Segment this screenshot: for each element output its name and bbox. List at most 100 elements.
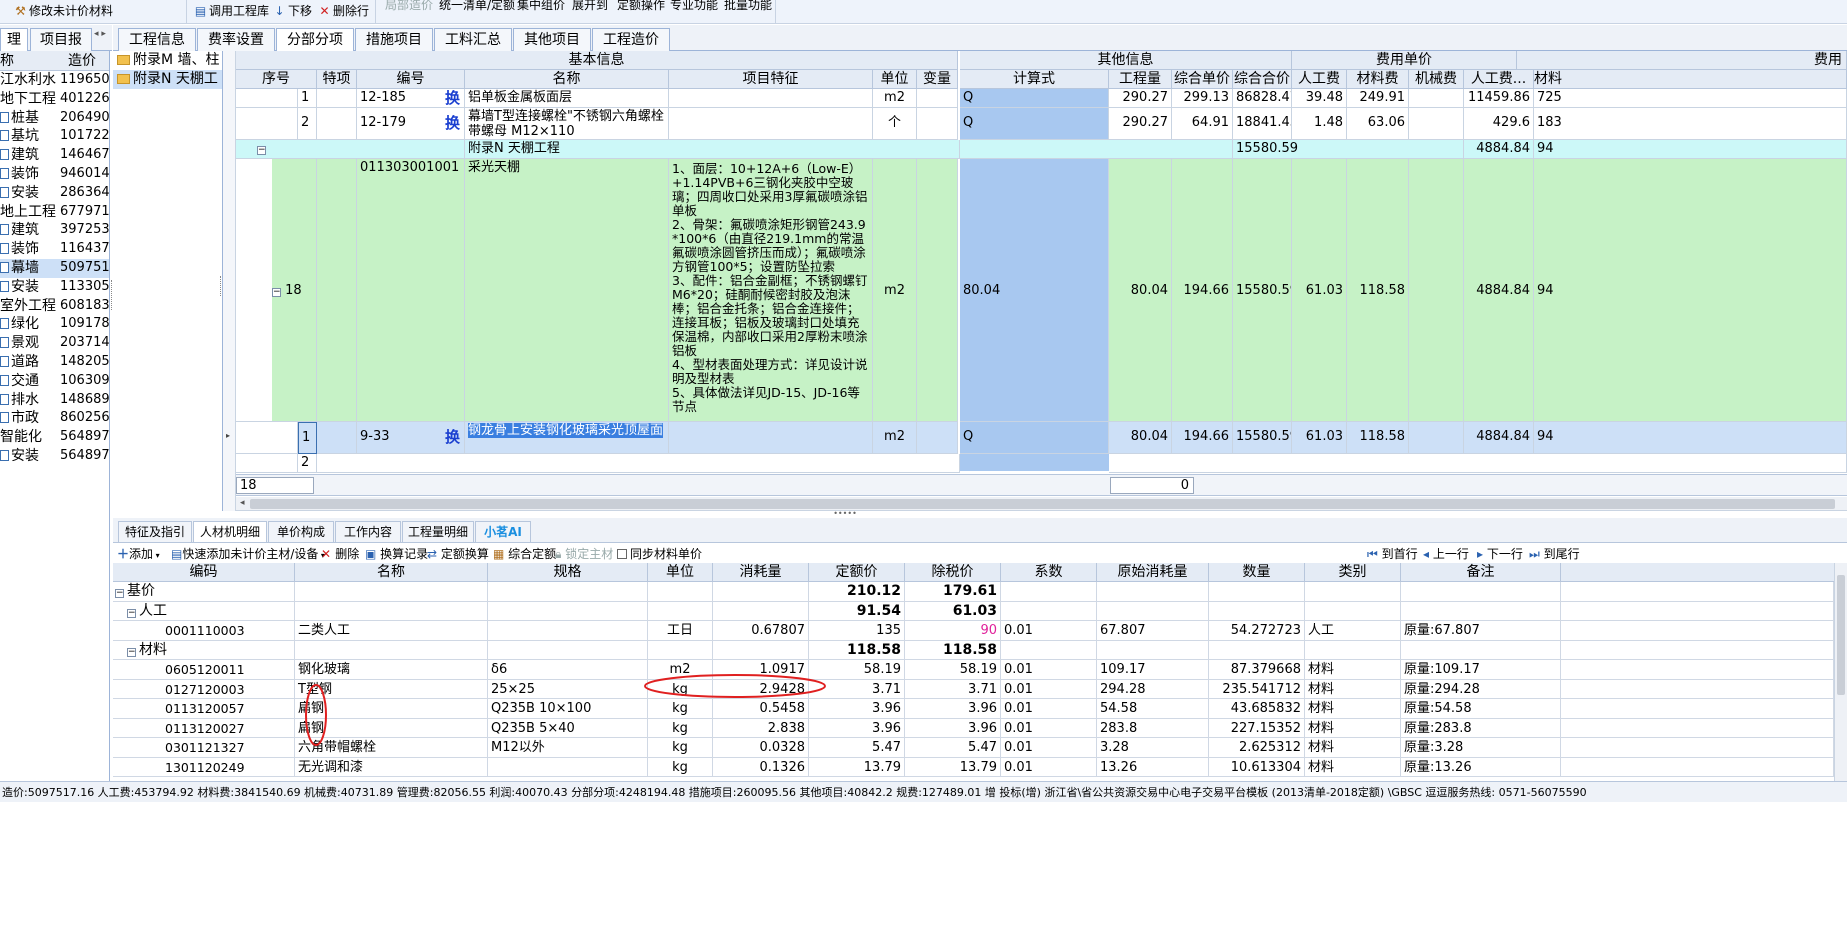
unify-list-button[interactable]: 统一清单/定额 <box>439 0 515 15</box>
horizontal-scrollbar[interactable]: ◂ <box>236 497 1847 511</box>
row-feature[interactable] <box>669 89 873 108</box>
swap-icon[interactable]: 换 <box>445 89 460 107</box>
list-row-feature[interactable]: 1、面层：10+12A+6（Low-E）+1.14PVB+6三钢化夹胶中空玻璃；… <box>669 159 873 422</box>
left-panel-row[interactable]: 安装1133051 <box>0 278 109 297</box>
tree-item[interactable]: 附录M 墙、柱 <box>113 51 222 70</box>
left-panel-row[interactable]: 建筑1464673 <box>0 146 109 165</box>
expand-to-button[interactable]: 展开到 <box>572 0 608 15</box>
row-feature[interactable] <box>669 422 873 454</box>
list-row-name[interactable]: 采光天棚 <box>465 159 669 422</box>
row-name[interactable]: 铝单板金属板面层 <box>465 89 669 108</box>
tab-project-cost[interactable]: 工程造价 <box>592 28 670 51</box>
special-functions-button[interactable]: 专业功能 <box>670 0 718 15</box>
left-panel-row[interactable]: 市政 860256. <box>0 409 109 428</box>
tree-item[interactable]: 附录N 天棚工 <box>113 70 222 89</box>
left-panel-row[interactable]: 交通 106309. <box>0 372 109 391</box>
row-code[interactable]: 12-179 换 <box>357 108 465 140</box>
column-header-formula[interactable]: 计算式 <box>960 70 1109 89</box>
tab-rate-settings[interactable]: 费率设置 <box>197 28 275 51</box>
column-header-variable[interactable]: 变量 <box>917 70 958 89</box>
empty-row[interactable] <box>317 454 960 473</box>
column-header-feature[interactable]: 项目特征 <box>669 70 873 89</box>
tab-other-items[interactable]: 其他项目 <box>513 28 591 51</box>
column-header-labor-total[interactable]: 人工费... <box>1464 70 1534 89</box>
row-feature[interactable] <box>669 108 873 140</box>
collapse-icon[interactable]: − <box>272 288 281 297</box>
row-code[interactable]: 12-185 换 <box>357 89 465 108</box>
left-panel-row[interactable]: 基坑1017220 <box>0 127 109 146</box>
tree-gutter <box>236 454 298 473</box>
left-panel-row[interactable]: 地下工程4012269 <box>0 90 109 109</box>
collapse-icon[interactable]: − <box>257 146 266 155</box>
column-header-qty[interactable]: 工程量 <box>1109 70 1172 89</box>
left-panel-row[interactable]: 装饰 946014. <box>0 165 109 184</box>
left-panel-row[interactable]: 绿化 109178. <box>0 315 109 334</box>
column-header-name[interactable]: 名称 <box>465 70 669 89</box>
splitter-grip[interactable]: ••••• <box>830 510 860 518</box>
scrollbar-thumb[interactable] <box>250 499 1835 509</box>
modify-unpriced-material-button[interactable]: ⚒ 修改未计价材料 <box>14 2 113 21</box>
tab-measures[interactable]: 措施项目 <box>355 28 433 51</box>
move-down-button[interactable]: ↓ 下移 <box>273 2 312 21</box>
row-formula[interactable]: Q <box>960 89 1109 108</box>
document-icon <box>0 149 9 161</box>
column-header-material[interactable]: 材料费 <box>1347 70 1409 89</box>
column-header-code[interactable]: 编号 <box>357 70 465 89</box>
tab-scroll-icon[interactable]: ◂ ▸ <box>94 29 106 39</box>
column-header-seq[interactable]: 序号 <box>236 70 317 89</box>
row-unit-price: 299.13 <box>1172 89 1233 108</box>
row-formula[interactable]: Q <box>960 108 1109 140</box>
batch-functions-button[interactable]: 批量功能 <box>724 0 772 15</box>
left-panel-row[interactable]: 景观2037142 <box>0 334 109 353</box>
row-name[interactable]: 钢龙骨上安装钢化玻璃采光顶屋面 <box>465 422 669 454</box>
column-header-unit[interactable]: 单位 <box>873 70 917 89</box>
left-panel-row[interactable]: 桩基2064907 <box>0 109 109 128</box>
scroll-left-icon[interactable]: ◂ <box>240 498 245 508</box>
left-panel-row[interactable]: 地上工程6779719 <box>0 203 109 222</box>
list-row-total: 15580.59 <box>1233 159 1292 422</box>
tab-sub-items[interactable]: 分部分项 <box>276 28 354 52</box>
row-formula[interactable]: Q <box>960 422 1109 454</box>
centralized-pricing-button[interactable]: 集中组价 <box>517 0 565 15</box>
scrollbar-thumb[interactable] <box>1837 575 1845 695</box>
left-panel-row[interactable]: 安装2863640 <box>0 184 109 203</box>
left-panel-row[interactable]: 室外工程6081834 <box>0 297 109 316</box>
column-header-special[interactable]: 特项 <box>317 70 357 89</box>
tab-material-summary[interactable]: 工料汇总 <box>434 28 512 51</box>
left-panel-row[interactable]: 道路1482053 <box>0 353 109 372</box>
tab-project-info[interactable]: 工程信息 <box>118 28 196 51</box>
partial-price-button[interactable]: 局部造价 <box>385 0 433 15</box>
left-panel-row[interactable]: 江水利水 1196506 <box>0 71 109 90</box>
left-panel-row[interactable]: 装饰1164377 <box>0 240 109 259</box>
call-library-button[interactable]: ▤ 调用工程库 <box>194 2 269 21</box>
column-header-labor[interactable]: 人工费 <box>1292 70 1347 89</box>
column-header-machine[interactable]: 机械费 <box>1409 70 1464 89</box>
swap-icon[interactable]: 换 <box>445 422 460 452</box>
list-row-code[interactable]: 011303001001 <box>357 159 465 422</box>
column-header-total[interactable]: 综合合价 <box>1233 70 1292 89</box>
tab-manage[interactable]: 理 <box>0 28 28 52</box>
list-row-formula[interactable]: 80.04 <box>960 159 1109 422</box>
tab-project-report[interactable]: 项目报 <box>30 28 92 51</box>
empty-row-rest <box>1109 454 1847 473</box>
left-panel-row[interactable]: 建筑3972539 <box>0 221 109 240</box>
document-icon <box>0 261 9 273</box>
splitter-handle[interactable] <box>220 276 223 296</box>
column-header-material-total[interactable]: 材料 <box>1534 70 1847 89</box>
document-icon <box>0 130 9 142</box>
left-panel-row[interactable]: 安装5648970 <box>0 447 109 466</box>
left-panel-row[interactable]: 排水1486893 <box>0 391 109 410</box>
column-header-unit-price[interactable]: 综合单价 <box>1172 70 1233 89</box>
list-row-seq[interactable]: − 18 <box>272 159 317 422</box>
swap-icon[interactable]: 换 <box>445 108 460 138</box>
left-panel-row[interactable]: 智能化 5648970 <box>0 428 109 447</box>
quota-ops-button[interactable]: 定额操作 <box>617 0 665 15</box>
row-name[interactable]: 幕墙T型连接螺栓"不锈钢六角螺栓带螺母 M12×110 <box>465 108 669 140</box>
section-row-name[interactable]: 附录N 天棚工程 <box>465 140 960 159</box>
left-panel-row-value: 6779719 <box>60 203 110 219</box>
delete-row-button[interactable]: ✕ 删除行 <box>318 2 369 21</box>
vertical-scrollbar[interactable] <box>1834 563 1847 781</box>
section-row-toggle[interactable]: − <box>236 140 465 159</box>
left-panel-row[interactable]: 幕墙5097517 <box>0 258 109 278</box>
row-code[interactable]: 9-33 换 <box>357 422 465 454</box>
